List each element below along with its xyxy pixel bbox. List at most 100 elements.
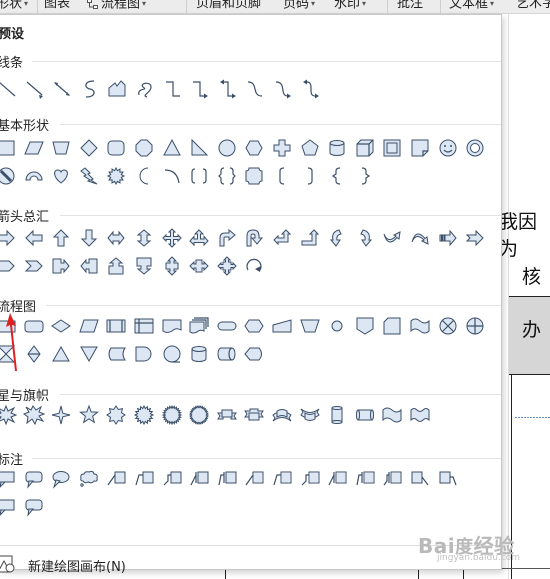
shape-f-or-icon[interactable] — [465, 316, 485, 336]
shape-ribbon-up-icon[interactable] — [216, 405, 237, 425]
shape-c-cloud-icon[interactable] — [79, 469, 99, 489]
shape-f-predef-icon[interactable] — [106, 316, 126, 336]
shape-arc-line-icon[interactable] — [162, 166, 182, 186]
shape-sun-icon[interactable] — [106, 166, 126, 186]
shape-scroll-v-icon[interactable] — [327, 405, 347, 425]
shape-explosion2-icon[interactable] — [22, 405, 45, 426]
shape-f-terminator-icon[interactable] — [217, 316, 237, 336]
shape-roundrect-icon[interactable] — [106, 138, 126, 158]
shape-curve-icon[interactable] — [80, 79, 100, 99]
shape-a-u-d-icon[interactable] — [134, 228, 154, 248]
toolbar-textbox-button[interactable]: 文本框 ▾ — [449, 0, 494, 13]
shape-c-oval-icon[interactable] — [51, 469, 71, 489]
shape-c-border3-icon[interactable] — [300, 469, 320, 489]
shape-c-line-bar2-icon[interactable] — [217, 469, 237, 489]
shape-a-curv-r-icon[interactable] — [327, 228, 347, 248]
shape-c-line-bar1-icon[interactable] — [189, 469, 209, 489]
shape-c-line5-icon[interactable] — [438, 469, 458, 489]
shape-a-uturn-icon[interactable] — [244, 228, 264, 248]
shape-rect-icon[interactable] — [0, 138, 16, 158]
shape-dblarrow-icon[interactable] — [52, 79, 72, 99]
shape-callout-quad-icon[interactable] — [217, 256, 237, 276]
toolbar-chart-button[interactable]: 图表 — [44, 0, 70, 12]
shape-a-bent-icon[interactable] — [217, 228, 237, 248]
shape-curved-conn-icon[interactable] — [245, 79, 265, 99]
shape-r-bracket-icon[interactable] — [300, 166, 320, 186]
shape-f-tape-icon[interactable] — [410, 316, 430, 336]
shape-trapezoid-icon[interactable] — [51, 138, 71, 158]
shape-elbow-dbl-icon[interactable] — [218, 79, 238, 99]
shape-c-bar-border3-icon[interactable] — [382, 469, 402, 489]
shape-callout-r-icon[interactable] — [51, 256, 71, 276]
shape-diamond-icon[interactable] — [79, 138, 99, 158]
shape-f-sort-icon[interactable] — [24, 344, 44, 364]
shape-ribbon-down-icon[interactable] — [244, 405, 265, 425]
shape-elbow-icon[interactable] — [163, 79, 183, 99]
shape-f-sum-junction-icon[interactable] — [438, 316, 458, 336]
shape-scribble-icon[interactable] — [135, 79, 155, 99]
shape-smiley-icon[interactable] — [438, 138, 458, 158]
shape-f-manual-op-icon[interactable] — [299, 316, 320, 336]
shape-star24-icon[interactable] — [161, 404, 182, 426]
shape-star16-icon[interactable] — [133, 404, 155, 426]
shape-a-left-icon[interactable] — [24, 228, 44, 248]
shape-curv-ribbon-up-icon[interactable] — [272, 405, 292, 425]
shape-a-down-icon[interactable] — [79, 228, 99, 248]
shape-no-symbol-icon[interactable] — [0, 166, 16, 186]
shape-f-mag-disk-icon[interactable] — [189, 344, 209, 364]
shape-dbl-bracket-icon[interactable] — [189, 166, 209, 186]
toolbar-flowchart-button[interactable]: 流程图 ▾ — [87, 0, 146, 13]
shape-cross-icon[interactable] — [272, 138, 292, 158]
shape-f-multi-doc-icon[interactable] — [189, 316, 209, 336]
shape-ellipse-icon[interactable] — [217, 138, 237, 158]
new-canvas-button[interactable]: 新建绘图画布(N) — [0, 552, 200, 576]
shape-a-curv-l-icon[interactable] — [355, 228, 375, 248]
shape-rtriangle-icon[interactable] — [189, 138, 209, 158]
shape-f-stored-data-icon[interactable] — [106, 344, 127, 364]
shape-f-manual-input-icon[interactable] — [272, 316, 292, 336]
shape-f-delay-icon[interactable] — [134, 344, 154, 364]
shape-f-document-icon[interactable] — [162, 316, 182, 336]
shape-callout-d-icon[interactable] — [134, 256, 154, 276]
shape-a-curv-d-icon[interactable] — [410, 228, 430, 248]
shape-c-round-rect-icon[interactable] — [24, 469, 44, 489]
shape-f-alt-process-icon[interactable] — [24, 316, 44, 336]
shape-a-l-r-u-icon[interactable] — [189, 228, 209, 248]
shape-f-internal-icon[interactable] — [134, 316, 154, 336]
shape-c-border1-icon[interactable] — [244, 469, 264, 489]
shape-c-line1-icon[interactable] — [106, 469, 126, 489]
shape-star5-icon[interactable] — [78, 404, 99, 425]
toolbar-header-footer-button[interactable]: 页眉和页脚 — [196, 0, 261, 12]
shape-explosion1-icon[interactable] — [0, 404, 18, 426]
shape-c-rect-icon[interactable] — [0, 469, 16, 489]
shape-curved-dbl-icon[interactable] — [301, 79, 321, 99]
shape-cube-icon[interactable] — [355, 138, 375, 158]
shape-elbow-arrow-icon[interactable] — [190, 79, 210, 99]
shape-dbl-brace-icon[interactable] — [217, 166, 237, 186]
shape-l-bracket-icon[interactable] — [272, 166, 292, 186]
shape-f-preparation-icon[interactable] — [244, 316, 264, 336]
shape-star8-icon[interactable] — [106, 405, 127, 425]
shape-pentagon-icon[interactable] — [300, 138, 320, 158]
shape-wave-icon[interactable] — [382, 405, 402, 425]
shape-f-seq-access-icon[interactable] — [162, 344, 182, 364]
shape-curv-ribbon-down-icon[interactable] — [299, 405, 320, 425]
shape-l-brace-icon[interactable] — [327, 166, 347, 186]
shape-a-striped-icon[interactable] — [438, 228, 458, 248]
shape-c-rect-icon[interactable] — [0, 497, 16, 517]
toolbar-watermark-button[interactable]: 水印 ▾ — [334, 0, 366, 13]
shape-octagon-icon[interactable] — [134, 138, 154, 158]
shape-block-arc-icon[interactable] — [24, 166, 44, 186]
shape-a-curv-u-icon[interactable] — [382, 228, 402, 248]
shape-c-line3-icon[interactable] — [162, 469, 182, 489]
shape-star4-icon[interactable] — [51, 405, 71, 425]
shape-c-bar-border1-icon[interactable] — [327, 469, 347, 489]
shape-f-data-icon[interactable] — [79, 316, 99, 336]
shape-scroll-h-icon[interactable] — [355, 405, 375, 425]
shape-f-extract-icon[interactable] — [51, 344, 71, 364]
shape-c-line2-icon[interactable] — [134, 469, 154, 489]
shape-a-bent-up-icon[interactable] — [300, 228, 320, 248]
shape-c-bar-border2-icon[interactable] — [355, 469, 375, 489]
shape-can-icon[interactable] — [327, 138, 347, 158]
shape-curved-arrow-icon[interactable] — [273, 79, 293, 99]
